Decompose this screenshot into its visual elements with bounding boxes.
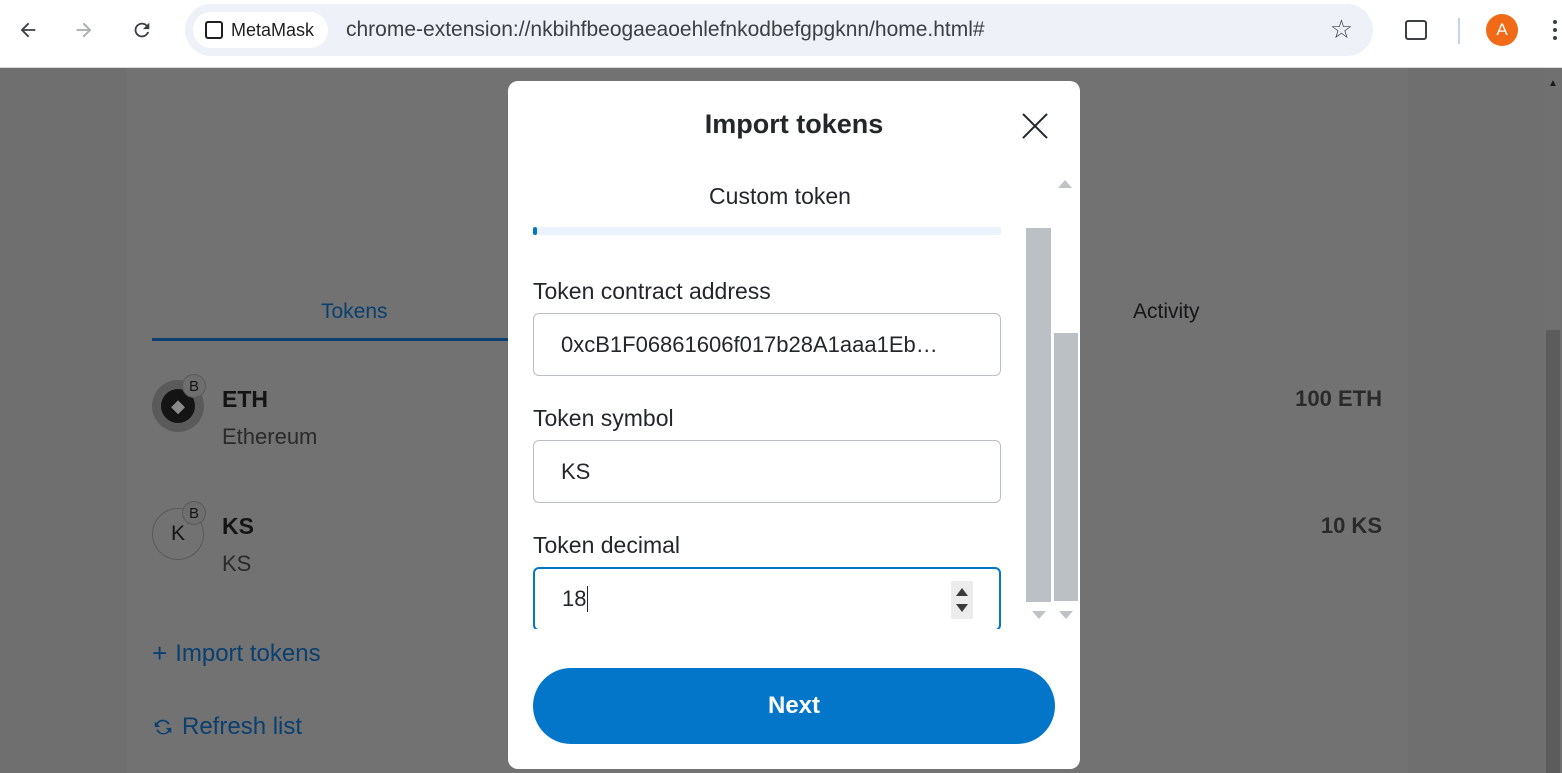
token-balance: 100 ETH bbox=[1295, 386, 1382, 411]
puzzle-icon bbox=[1405, 20, 1427, 40]
profile-avatar[interactable]: A bbox=[1486, 14, 1518, 46]
arrow-right-icon bbox=[76, 22, 92, 38]
window-scrollbar[interactable]: ▲ bbox=[1544, 68, 1562, 773]
browser-toolbar: MetaMask chrome-extension://nkbihfbeogae… bbox=[0, 0, 1562, 68]
plus-icon: + bbox=[152, 638, 168, 668]
refresh-list-link[interactable]: Refresh list bbox=[152, 713, 302, 741]
refresh-icon bbox=[154, 719, 172, 735]
token-decimal-value: 18 bbox=[562, 586, 587, 611]
extension-name: MetaMask bbox=[231, 19, 315, 40]
scrollbar-thumb[interactable] bbox=[1546, 330, 1560, 773]
modal-scroll-down-icon[interactable] bbox=[1032, 611, 1046, 619]
token-balance: 10 KS bbox=[1320, 513, 1382, 538]
token-decimal-label: Token decimal bbox=[533, 532, 681, 558]
modal-title: Import tokens bbox=[704, 109, 884, 139]
reload-icon bbox=[134, 22, 150, 38]
import-tokens-link[interactable]: + Import tokens bbox=[152, 638, 321, 669]
token-name: Ethereum bbox=[222, 424, 318, 449]
modal-scroll-down-icon[interactable] bbox=[1059, 611, 1073, 619]
close-icon[interactable] bbox=[1020, 111, 1050, 141]
network-badge: B bbox=[182, 374, 206, 398]
scroll-clip bbox=[508, 629, 1080, 669]
back-button[interactable] bbox=[12, 14, 44, 46]
modal-scrollbar-outer[interactable] bbox=[1054, 333, 1078, 601]
forward-button[interactable] bbox=[68, 14, 100, 46]
address-bar[interactable]: MetaMask chrome-extension://nkbihfbeogae… bbox=[185, 4, 1373, 56]
token-symbol-label: Token symbol bbox=[533, 405, 674, 431]
scroll-up-arrow-icon[interactable]: ▲ bbox=[1548, 78, 1558, 89]
extensions-button[interactable] bbox=[1400, 14, 1432, 46]
refresh-list-label: Refresh list bbox=[182, 713, 303, 740]
url-text[interactable]: chrome-extension://nkbihfbeogaeaoehlefnk… bbox=[346, 18, 985, 42]
reload-button[interactable] bbox=[126, 14, 158, 46]
extension-icon bbox=[205, 21, 223, 39]
contract-address-label: Token contract address bbox=[533, 278, 771, 304]
browser-menu-icon[interactable] bbox=[1548, 14, 1562, 46]
token-decimal-input[interactable]: 18 bbox=[533, 567, 1001, 631]
next-button[interactable]: Next bbox=[533, 668, 1055, 744]
stepper-up-icon[interactable] bbox=[956, 588, 968, 596]
info-banner bbox=[533, 227, 1001, 235]
decimal-stepper[interactable] bbox=[951, 581, 973, 619]
modal-scroll-up-icon[interactable] bbox=[1058, 180, 1072, 188]
text-caret bbox=[587, 586, 589, 612]
import-tokens-label: Import tokens bbox=[175, 639, 321, 667]
modal-scrollbar-inner[interactable] bbox=[1026, 228, 1051, 602]
arrow-left-icon bbox=[20, 22, 36, 38]
contract-address-input[interactable]: 0xcB1F06861606f017b28A1aaa1Eb… bbox=[533, 313, 1001, 376]
token-symbol-input[interactable]: KS bbox=[533, 440, 1001, 503]
bookmark-star-icon[interactable]: ☆ bbox=[1330, 14, 1353, 45]
token-symbol[interactable]: ETH bbox=[222, 386, 268, 413]
custom-token-tab[interactable]: Custom token bbox=[508, 183, 1052, 210]
network-badge: B bbox=[182, 501, 206, 525]
extension-chip[interactable]: MetaMask bbox=[193, 12, 329, 48]
token-name: KS bbox=[222, 551, 252, 576]
stepper-down-icon[interactable] bbox=[956, 604, 968, 612]
token-symbol[interactable]: KS bbox=[222, 513, 254, 540]
import-tokens-modal: Import tokens Custom token Token contrac… bbox=[508, 81, 1080, 769]
active-tab-indicator bbox=[152, 338, 508, 341]
tab-tokens[interactable]: Tokens bbox=[321, 300, 388, 324]
toolbar-divider bbox=[1458, 18, 1460, 44]
tab-activity[interactable]: Activity bbox=[1133, 300, 1200, 324]
